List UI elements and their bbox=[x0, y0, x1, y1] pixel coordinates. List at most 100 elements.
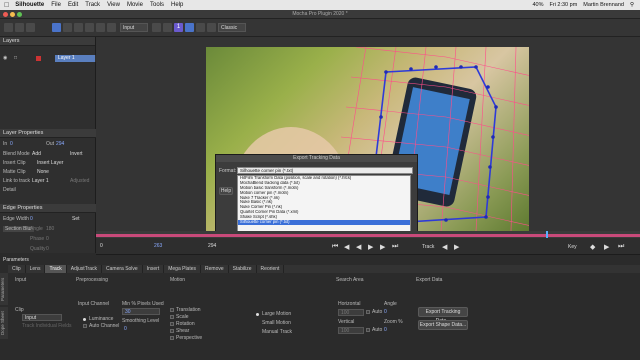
spline-tool-icon[interactable] bbox=[96, 23, 105, 32]
layer-row[interactable]: ◉ □ Layer 1 bbox=[0, 55, 96, 62]
side-tab-parameters[interactable]: Parameters bbox=[0, 273, 8, 305]
horizontal-field[interactable]: 100 bbox=[338, 309, 364, 316]
play-back-icon[interactable]: ◀ bbox=[356, 243, 361, 251]
vertical-auto-checkbox[interactable] bbox=[366, 328, 370, 332]
open-icon[interactable] bbox=[15, 23, 24, 32]
quality-value[interactable]: 0 bbox=[46, 246, 49, 252]
color-swatch[interactable] bbox=[36, 56, 41, 61]
grid-icon[interactable] bbox=[196, 23, 205, 32]
frame-out-value[interactable]: 294 bbox=[208, 243, 216, 249]
edge-width-value[interactable]: 0 bbox=[30, 216, 33, 222]
perspective-checkbox[interactable] bbox=[170, 336, 174, 340]
menu-app-name[interactable]: Silhouette bbox=[15, 2, 44, 8]
angle-value[interactable]: 0 bbox=[384, 309, 387, 315]
search-icon[interactable]: ⚲ bbox=[630, 2, 634, 8]
apple-icon[interactable]:  bbox=[4, 2, 9, 9]
pan-tool-icon[interactable] bbox=[74, 23, 83, 32]
layer-name[interactable]: Layer 1 bbox=[55, 55, 95, 62]
tab-camera-solve[interactable]: Camera Solve bbox=[102, 265, 143, 273]
frame-start-value[interactable]: 0 bbox=[100, 243, 103, 249]
zoom-value[interactable]: 0 bbox=[384, 327, 387, 333]
luminance-radio[interactable] bbox=[83, 318, 86, 321]
prev-key-icon[interactable]: ◀ bbox=[344, 243, 349, 251]
tab-adjust-track[interactable]: AdjustTrack bbox=[67, 265, 103, 273]
new-project-icon[interactable] bbox=[4, 23, 13, 32]
tab-track[interactable]: Track bbox=[45, 265, 67, 273]
large-motion-radio[interactable] bbox=[256, 313, 259, 316]
menu-track[interactable]: Track bbox=[85, 2, 100, 8]
play-icon[interactable]: ▶ bbox=[368, 243, 373, 251]
help-button[interactable]: Help bbox=[219, 187, 233, 195]
menu-view[interactable]: View bbox=[107, 2, 120, 8]
input-select[interactable]: Input bbox=[120, 23, 148, 32]
lock-icon[interactable]: □ bbox=[14, 55, 17, 61]
menu-edit[interactable]: Edit bbox=[68, 2, 78, 8]
format-select[interactable]: Silhouette corner pin (*.txt) bbox=[237, 167, 413, 174]
clock[interactable]: Fri 2:30 pm bbox=[549, 2, 577, 8]
detail-label[interactable]: Detail bbox=[3, 187, 16, 193]
tab-insert[interactable]: Insert bbox=[143, 265, 165, 273]
bezier-tool-icon[interactable] bbox=[107, 23, 116, 32]
blend-mode-value[interactable]: Add bbox=[32, 151, 41, 157]
user-name[interactable]: Martin Brennand bbox=[583, 2, 624, 8]
matte-clip-value[interactable]: None bbox=[37, 169, 49, 175]
track-range[interactable] bbox=[96, 234, 640, 237]
link-to-track-value[interactable]: Layer 1 bbox=[32, 178, 49, 184]
pick-tool-icon[interactable] bbox=[63, 23, 72, 32]
menu-file[interactable]: File bbox=[51, 2, 61, 8]
manual-track-label[interactable]: Manual Track bbox=[262, 329, 292, 335]
view-icon[interactable] bbox=[152, 23, 161, 32]
auto-channel-checkbox[interactable] bbox=[83, 324, 87, 328]
translation-checkbox[interactable] bbox=[170, 308, 174, 312]
tab-lens[interactable]: Lens bbox=[26, 265, 46, 273]
tab-clip[interactable]: Clip bbox=[8, 265, 26, 273]
horizontal-auto-checkbox[interactable] bbox=[366, 310, 370, 314]
track-individual-fields[interactable]: Track Individual Fields bbox=[22, 323, 72, 329]
last-frame-icon[interactable]: ⏭ bbox=[618, 243, 624, 251]
go-start-icon[interactable]: ⏮ bbox=[332, 243, 338, 251]
overlay-icon[interactable] bbox=[163, 23, 172, 32]
export-shape-data-button[interactable]: Export Shape Data... bbox=[418, 320, 468, 330]
show-planar-icon[interactable] bbox=[185, 23, 194, 32]
track-backward-icon[interactable]: ◀ bbox=[442, 243, 447, 251]
zoom-tool-icon[interactable] bbox=[85, 23, 94, 32]
min-pixels-field[interactable]: 30 bbox=[122, 308, 160, 315]
layer-badge[interactable]: 1 bbox=[174, 23, 183, 32]
frame-in-value[interactable]: 263 bbox=[154, 243, 162, 249]
go-end-icon[interactable]: ⏭ bbox=[392, 243, 398, 251]
timeline-bar[interactable] bbox=[96, 231, 640, 238]
add-key-icon[interactable]: ◆ bbox=[590, 243, 595, 251]
close-window-icon[interactable] bbox=[3, 12, 8, 17]
menu-tools[interactable]: Tools bbox=[150, 2, 164, 8]
shear-checkbox[interactable] bbox=[170, 329, 174, 333]
vertical-field[interactable]: 100 bbox=[338, 327, 364, 334]
view-mode-select[interactable]: Classic bbox=[218, 23, 246, 32]
phase-value[interactable]: 0 bbox=[46, 236, 49, 242]
tab-reorient[interactable]: Reorient bbox=[257, 265, 285, 273]
tab-remove[interactable]: Remove bbox=[201, 265, 229, 273]
save-icon[interactable] bbox=[26, 23, 35, 32]
next-frame-icon[interactable]: ▶ bbox=[604, 243, 609, 251]
menu-help[interactable]: Help bbox=[171, 2, 183, 8]
angle-value[interactable]: 180 bbox=[46, 226, 54, 232]
side-tab-dope-sheet[interactable]: Dope Sheet bbox=[0, 307, 8, 339]
scale-checkbox[interactable] bbox=[170, 315, 174, 319]
track-forward-icon[interactable]: ▶ bbox=[454, 243, 459, 251]
zoom-window-icon[interactable] bbox=[17, 12, 22, 17]
out-value[interactable]: 294 bbox=[56, 141, 64, 147]
small-motion-label[interactable]: Small Motion bbox=[262, 320, 291, 326]
eye-icon[interactable]: ◉ bbox=[3, 55, 7, 61]
clip-select[interactable]: Input bbox=[22, 314, 62, 321]
menu-movie[interactable]: Movie bbox=[127, 2, 143, 8]
invert-label[interactable]: Invert bbox=[70, 151, 83, 157]
tab-mega-plates[interactable]: Mega Plates bbox=[164, 265, 202, 273]
smoothing-value[interactable]: 0 bbox=[124, 326, 127, 332]
in-value[interactable]: 0 bbox=[10, 141, 13, 147]
rotation-checkbox[interactable] bbox=[170, 322, 174, 326]
tab-stabilize[interactable]: Stabilize bbox=[229, 265, 257, 273]
minimize-window-icon[interactable] bbox=[10, 12, 15, 17]
next-key-icon[interactable]: ▶ bbox=[380, 243, 385, 251]
set-button[interactable]: Set bbox=[72, 216, 80, 222]
playhead[interactable] bbox=[546, 231, 548, 238]
format-option[interactable]: Silhouette corner pin (*.txt) bbox=[238, 220, 410, 225]
